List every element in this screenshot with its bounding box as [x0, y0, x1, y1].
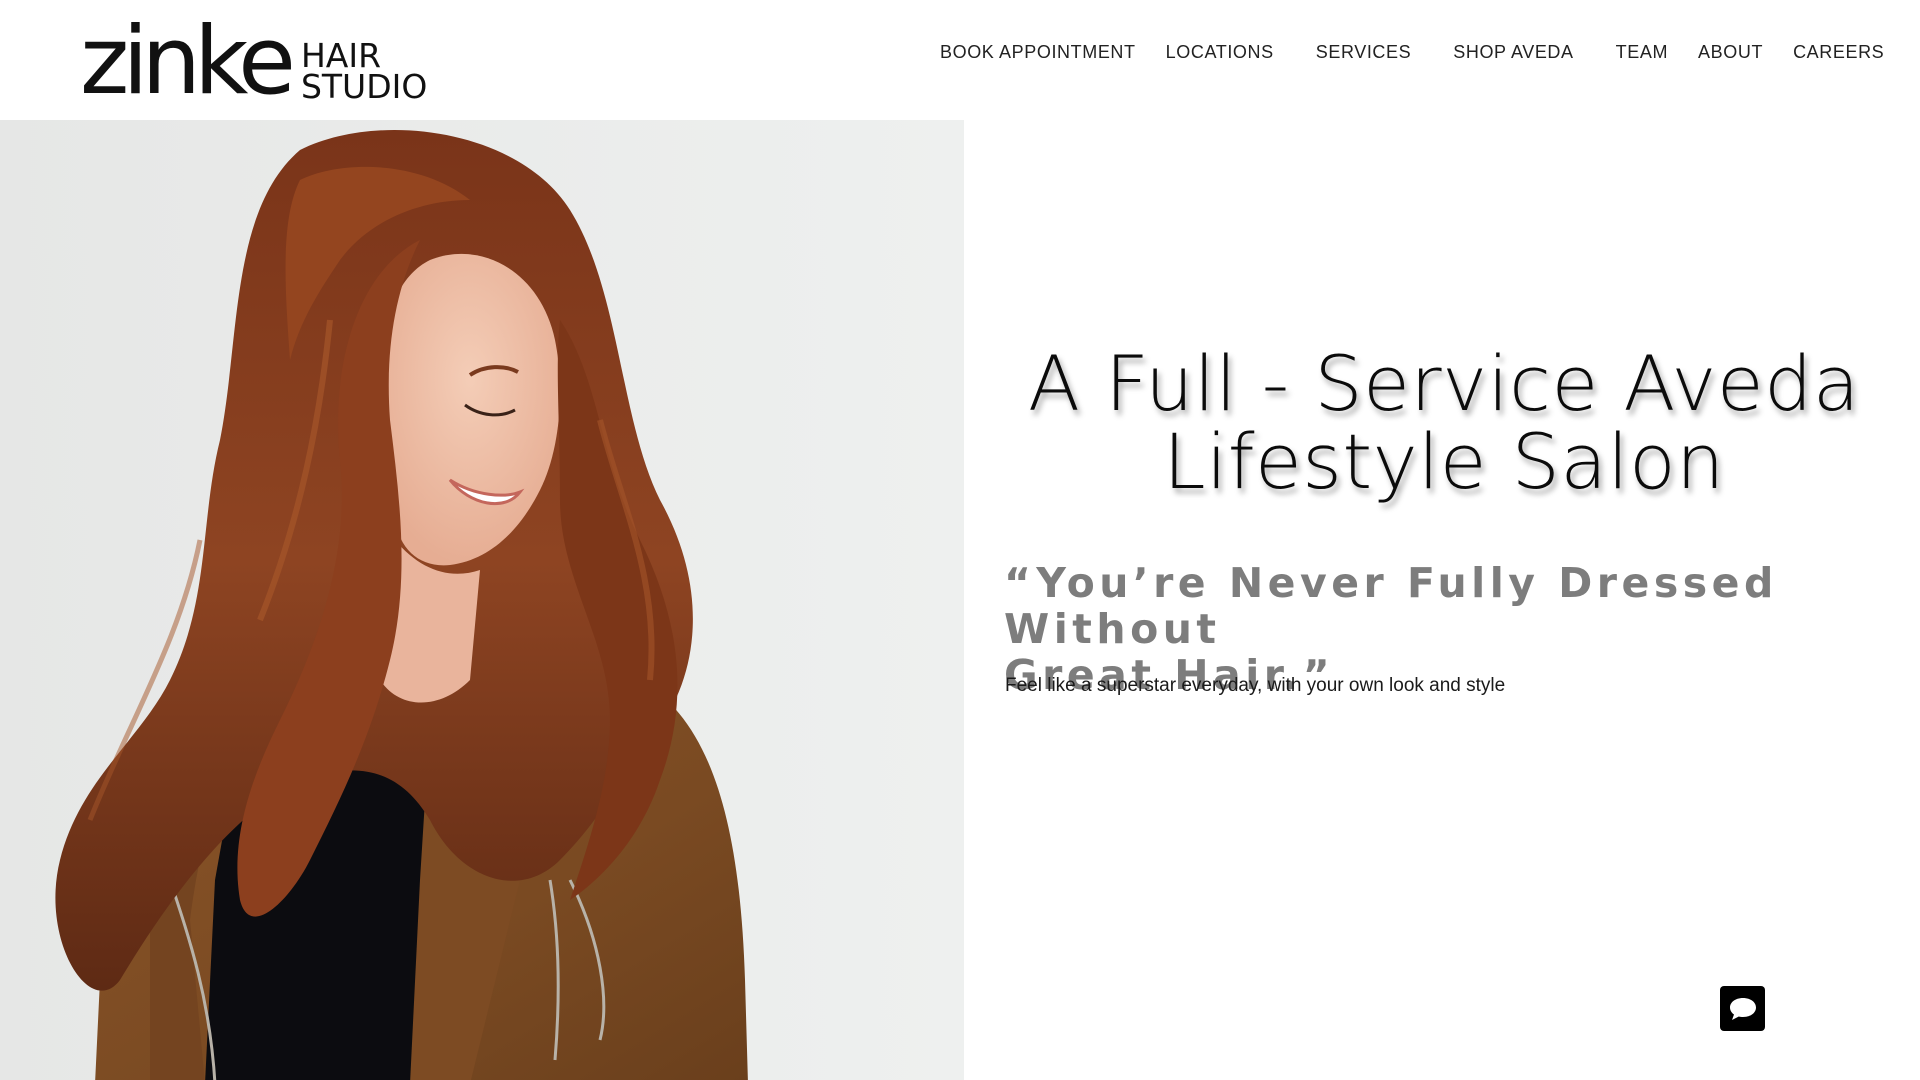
chat-bubble-icon: [1729, 997, 1756, 1020]
hero-headline-line-2: Lifestyle Salon: [1163, 417, 1725, 506]
nav-shop-aveda[interactable]: SHOP AVEDA: [1453, 42, 1573, 63]
site-logo[interactable]: zinke HAIR STUDIO: [80, 7, 428, 116]
nav-services[interactable]: SERVICES: [1316, 42, 1412, 63]
hero-photo-illustration: [0, 120, 964, 1080]
page: zinke HAIR STUDIO BOOK APPOINTMENT LOCAT…: [0, 0, 1920, 1080]
nav-careers[interactable]: CAREERS: [1793, 42, 1884, 63]
nav-team[interactable]: TEAM: [1616, 42, 1668, 63]
main-navigation: BOOK APPOINTMENT LOCATIONS SERVICES SHOP…: [940, 40, 1884, 64]
nav-about[interactable]: ABOUT: [1698, 42, 1763, 63]
logo-subtitle: HAIR STUDIO: [300, 39, 428, 106]
hero-photo: [0, 120, 964, 1080]
nav-locations[interactable]: LOCATIONS: [1166, 42, 1274, 63]
site-header: zinke HAIR STUDIO BOOK APPOINTMENT LOCAT…: [0, 0, 1920, 120]
hero-quote-line-1: “You’re Never Fully Dressed Without: [1004, 559, 1778, 653]
chat-button[interactable]: [1720, 986, 1765, 1031]
nav-book-appointment[interactable]: BOOK APPOINTMENT: [940, 42, 1136, 63]
logo-wordmark: zinke: [80, 7, 296, 116]
hero-headline-line-1: A Full - Service Aveda: [1028, 339, 1860, 428]
logo-subtitle-line-2: STUDIO: [300, 67, 428, 106]
hero-headline: A Full - Service Aveda Lifestyle Salon: [1004, 345, 1884, 501]
hero-subtext: Feel like a superstar everyday, with you…: [1005, 675, 1506, 696]
